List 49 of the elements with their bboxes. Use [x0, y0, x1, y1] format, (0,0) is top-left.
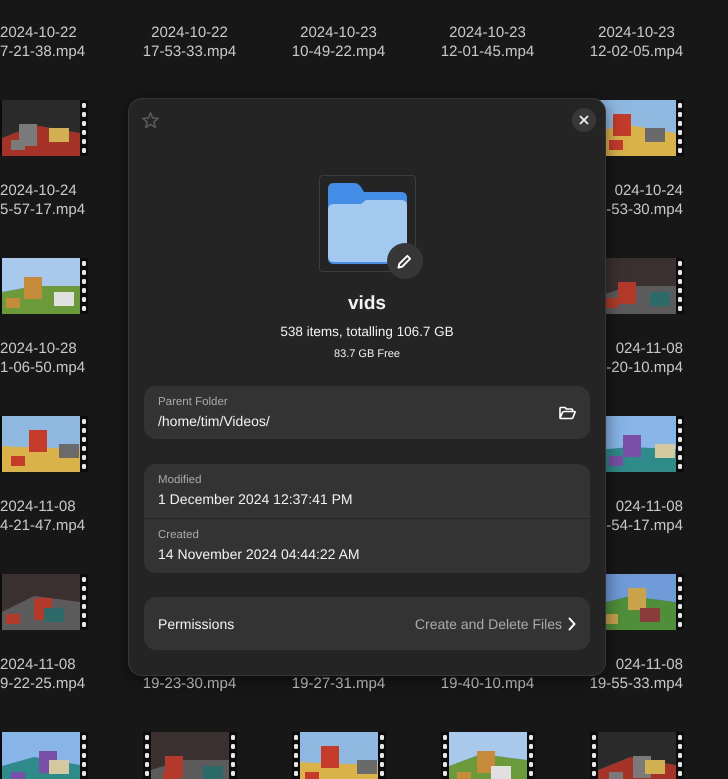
file-name: 19-23-30.mp4	[142, 676, 238, 692]
file-name: 024-11-08	[614, 499, 683, 515]
file-name: 10-49-22.mp4	[290, 44, 386, 60]
file-name: 2024-10-22	[0, 25, 78, 41]
field-label: Created	[158, 528, 200, 543]
file-name: 2024-10-23	[299, 25, 378, 41]
file-name: 2024-11-08	[0, 499, 77, 515]
close-icon	[579, 115, 589, 125]
file-name: 7-21-38.mp4	[0, 44, 86, 60]
file-name: 12-01-45.mp4	[440, 44, 536, 60]
close-button[interactable]	[572, 108, 596, 132]
file-name: 12-02-05.mp4	[588, 44, 684, 60]
permissions-value: Create and Delete Files	[414, 616, 562, 632]
folder-summary: 538 items, totalling 106.7 GB	[280, 323, 454, 341]
free-space: 83.7 GB Free	[334, 347, 400, 362]
field-label: Modified	[158, 473, 202, 488]
file-name: 4-21-47.mp4	[0, 518, 86, 534]
chevron-icon	[568, 616, 576, 630]
file-name: 024-11-08	[614, 657, 683, 673]
file-name: -20-10.mp4	[605, 360, 683, 376]
file-name: 19-40-10.mp4	[440, 676, 536, 692]
file-name: 1-06-50.mp4	[0, 360, 86, 376]
field-value: 1 December 2024 12:37:41 PM	[158, 490, 354, 509]
permissions-row[interactable]: Permissions Create and Delete Files	[144, 597, 590, 650]
field-value: 14 November 2024 04:44:22 AM	[158, 545, 361, 564]
file-name: 2024-10-23	[597, 25, 676, 41]
file-name: 5-57-17.mp4	[0, 202, 86, 218]
folder-name: vids	[348, 292, 386, 316]
file-name: 17-53-33.mp4	[142, 44, 238, 60]
field-value: /home/tim/Videos/	[158, 412, 271, 430]
star-icon[interactable]	[141, 110, 160, 130]
field-label: Parent Folder	[158, 394, 229, 410]
file-name: 024-10-24	[614, 183, 683, 199]
file-name: 19-27-31.mp4	[290, 676, 386, 692]
file-name: 2024-10-24	[0, 183, 78, 199]
permissions-label: Permissions	[158, 616, 236, 632]
file-name: 9-22-25.mp4	[0, 676, 86, 692]
folder-icon	[328, 183, 406, 264]
edit-button[interactable]	[386, 243, 422, 279]
file-name: 2024-10-28	[0, 341, 78, 357]
file-name: 2024-11-08	[0, 657, 77, 673]
file-name: 024-11-08	[614, 341, 683, 357]
file-name: -54-17.mp4	[605, 518, 683, 534]
pencil-icon	[397, 254, 412, 268]
file-name: 2024-10-22	[150, 25, 229, 41]
open-folder-icon[interactable]	[559, 406, 576, 420]
file-name: 2024-10-23	[448, 25, 527, 41]
file-name: -53-30.mp4	[605, 202, 683, 218]
file-name: 19-55-33.mp4	[588, 676, 683, 692]
